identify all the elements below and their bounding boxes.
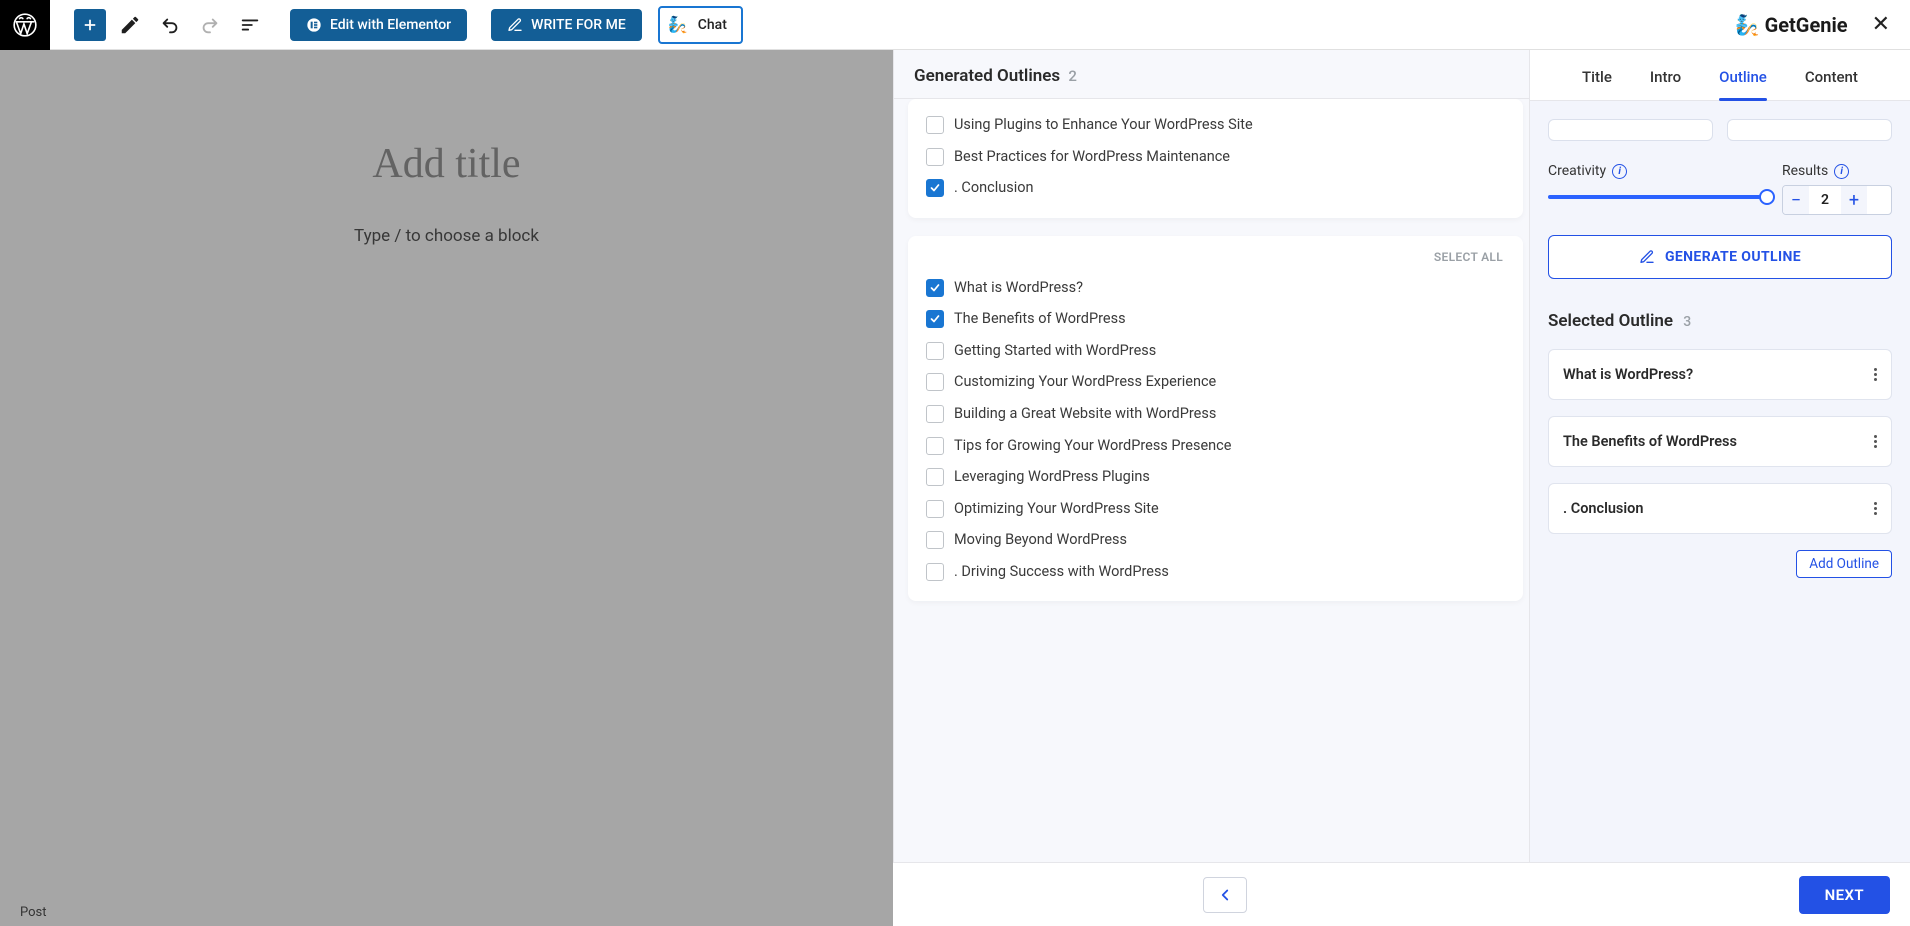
selected-outline-text: . Conclusion [1563,500,1643,517]
edit-icon[interactable] [114,9,146,41]
chat-button[interactable]: 🧞 Chat [658,6,743,44]
select-all-button[interactable]: SELECT ALL [918,246,1513,272]
editor-overlay [0,50,893,926]
details-icon[interactable] [234,9,266,41]
generate-outline-button[interactable]: GENERATE OUTLINE [1548,235,1892,279]
getgenie-logo: 🧞 GetGenie [1735,13,1848,37]
back-button[interactable] [1203,877,1247,913]
kebab-menu-icon[interactable] [1874,435,1877,448]
chat-label: Chat [698,17,727,33]
stub-field[interactable] [1548,119,1713,141]
info-icon[interactable]: i [1834,164,1849,179]
kebab-menu-icon[interactable] [1874,368,1877,381]
selected-outline-card[interactable]: What is WordPress? [1548,349,1892,400]
redo-icon [194,9,226,41]
selected-outline-card[interactable]: The Benefits of WordPress [1548,416,1892,467]
selected-outline-text: What is WordPress? [1563,366,1693,383]
outline-item-label: Tips for Growing Your WordPress Presence [954,436,1231,456]
outline-item[interactable]: What is WordPress? [918,272,1513,304]
checkbox[interactable] [926,531,944,549]
write-label: WRITE FOR ME [531,17,626,33]
info-icon[interactable]: i [1612,164,1627,179]
tab-intro[interactable]: Intro [1650,68,1681,100]
genie-avatar-icon: 🧞 [666,13,690,37]
selected-outline-text: The Benefits of WordPress [1563,433,1737,450]
checkbox[interactable] [926,116,944,134]
outline-item-label: Moving Beyond WordPress [954,530,1127,550]
selected-outline-header: Selected Outline [1548,311,1673,331]
checkbox[interactable] [926,500,944,518]
tab-content[interactable]: Content [1805,68,1858,100]
selected-outline-card[interactable]: . Conclusion [1548,483,1892,534]
stub-field[interactable] [1727,119,1892,141]
results-stepper[interactable]: − + [1782,185,1892,215]
wordpress-logo[interactable] [0,0,50,50]
checkbox[interactable] [926,437,944,455]
outline-item-label: Customizing Your WordPress Experience [954,372,1216,392]
outline-item[interactable]: Moving Beyond WordPress [918,524,1513,556]
outline-item[interactable]: Getting Started with WordPress [918,335,1513,367]
outline-item[interactable]: . Driving Success with WordPress [918,556,1513,588]
outline-item[interactable]: Best Practices for WordPress Maintenance [918,141,1513,173]
checkbox[interactable] [926,179,944,197]
creativity-slider[interactable] [1548,185,1768,209]
checkbox[interactable] [926,148,944,166]
add-block-button[interactable] [74,9,106,41]
selected-outline-count: 3 [1683,314,1691,330]
checkbox[interactable] [926,342,944,360]
outline-item-label: Using Plugins to Enhance Your WordPress … [954,115,1253,135]
checkbox[interactable] [926,310,944,328]
outline-item-label: Leveraging WordPress Plugins [954,467,1150,487]
outline-item[interactable]: Customizing Your WordPress Experience [918,366,1513,398]
outline-item-label: Building a Great Website with WordPress [954,404,1216,424]
outline-item[interactable]: Optimizing Your WordPress Site [918,493,1513,525]
outline-item-label: Best Practices for WordPress Maintenance [954,147,1230,167]
kebab-menu-icon[interactable] [1874,502,1877,515]
next-button[interactable]: NEXT [1799,876,1890,914]
checkbox[interactable] [926,563,944,581]
checkbox[interactable] [926,405,944,423]
outline-item-label: . Conclusion [954,178,1034,198]
outline-item-label: Optimizing Your WordPress Site [954,499,1159,519]
outline-item-label: Getting Started with WordPress [954,341,1156,361]
outline-item-label: The Benefits of WordPress [954,309,1126,329]
outline-item[interactable]: . Conclusion [918,172,1513,204]
outline-item-label: . Driving Success with WordPress [954,562,1169,582]
outline-item-label: What is WordPress? [954,278,1083,298]
stepper-plus[interactable]: + [1841,186,1867,214]
write-for-me-button[interactable]: WRITE FOR ME [491,9,642,41]
outline-item[interactable]: The Benefits of WordPress [918,303,1513,335]
edit-elementor-button[interactable]: Edit with Elementor [290,9,467,41]
results-label: Results [1782,163,1828,179]
checkbox[interactable] [926,279,944,297]
outline-item[interactable]: Building a Great Website with WordPress [918,398,1513,430]
checkbox[interactable] [926,373,944,391]
generated-outlines-count: 2 [1068,67,1077,85]
checkbox[interactable] [926,468,944,486]
elementor-label: Edit with Elementor [330,17,451,33]
outline-item[interactable]: Tips for Growing Your WordPress Presence [918,430,1513,462]
outline-item[interactable]: Using Plugins to Enhance Your WordPress … [918,109,1513,141]
outline-item[interactable]: Leveraging WordPress Plugins [918,461,1513,493]
generated-outlines-header: Generated Outlines [914,66,1060,86]
post-status: Post [20,905,47,920]
tab-outline[interactable]: Outline [1719,68,1767,100]
results-value[interactable] [1809,192,1841,208]
add-outline-button[interactable]: Add Outline [1796,550,1892,578]
tab-title[interactable]: Title [1582,68,1612,100]
undo-icon[interactable] [154,9,186,41]
close-icon[interactable]: ✕ [1872,12,1890,37]
creativity-label: Creativity [1548,163,1606,179]
stepper-minus[interactable]: − [1783,186,1809,214]
